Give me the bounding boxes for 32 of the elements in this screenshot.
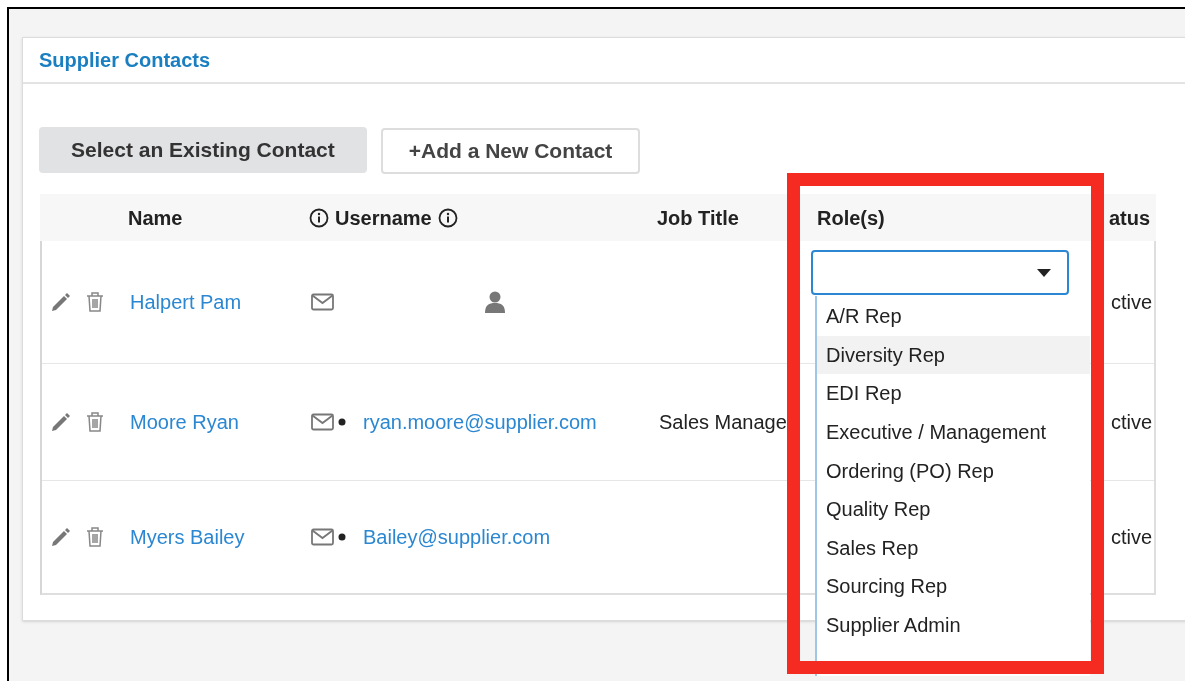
contact-name-link[interactable]: Moore Ryan: [122, 407, 239, 437]
username-link[interactable]: ryan.moore@supplier.com: [363, 407, 597, 437]
info-icon: [437, 207, 458, 228]
pencil-icon[interactable]: [50, 411, 72, 433]
column-header: atus: [1108, 205, 1151, 231]
dropdown-option[interactable]: Diversity Rep: [817, 335, 1090, 375]
pencil-icon[interactable]: [50, 526, 72, 548]
column-header: Job Title: [656, 205, 740, 231]
status-text: ctive: [1110, 410, 1152, 435]
username-link[interactable]: Bailey@supplier.com: [363, 522, 551, 552]
info-icon: [309, 207, 329, 228]
contact-name-link[interactable]: Myers Bailey: [122, 522, 245, 552]
envelope-icon[interactable]: [311, 528, 335, 546]
pencil-icon[interactable]: [50, 291, 72, 313]
panel-title: Supplier Contacts: [39, 48, 211, 73]
job-title: Sales Manage: [658, 411, 787, 433]
add-contact-button[interactable]: +Add a New Contact: [380, 128, 641, 174]
column-header: Name: [127, 205, 184, 231]
envelope-icon[interactable]: [311, 413, 335, 431]
select-contact-button[interactable]: Select an Existing Contact: [39, 127, 367, 173]
trash-icon[interactable]: [86, 526, 104, 548]
contact-name-link[interactable]: Halpert Pam: [122, 287, 242, 317]
status-text: ctive: [1110, 290, 1152, 315]
status-text: ctive: [1110, 525, 1152, 550]
column-header: Role(s): [816, 205, 886, 231]
caret-icon: [1037, 268, 1051, 277]
roles-select[interactable]: [811, 250, 1069, 295]
person-icon: [485, 291, 505, 313]
column-header: Username: [335, 205, 432, 231]
trash-icon[interactable]: [86, 411, 104, 433]
envelope-icon[interactable]: [311, 293, 335, 311]
trash-icon[interactable]: [86, 291, 104, 313]
